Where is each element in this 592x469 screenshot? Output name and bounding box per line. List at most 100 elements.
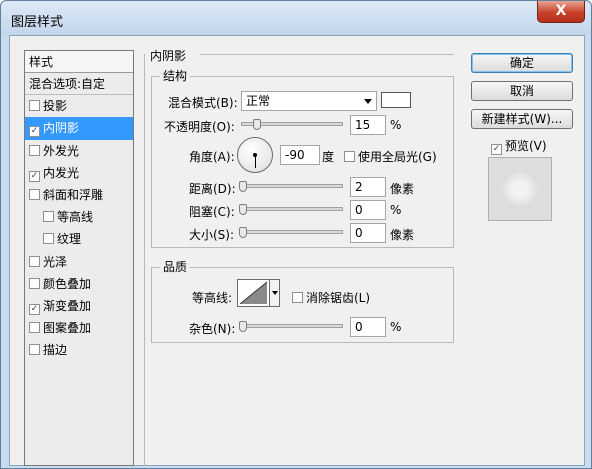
checkbox-icon[interactable]	[29, 277, 40, 289]
style-item-label: 颜色叠加	[43, 276, 92, 291]
style-item-label: 图案叠加	[43, 321, 92, 336]
style-item-label: 等高线	[57, 210, 94, 225]
new-style-button[interactable]: 新建样式(W)...	[471, 109, 573, 129]
anti-alias-label: 消除锯齿(L)	[306, 291, 371, 305]
contour-label: 等高线:	[192, 291, 233, 305]
checkbox-icon[interactable]	[29, 100, 40, 112]
checkbox-icon[interactable]: ✓	[29, 126, 40, 138]
panel-title: 内阴影	[150, 49, 187, 63]
styles-list: 样式 混合选项:自定 投影 ✓ 内阴影 外发光 ✓ 内发光 斜面和浮雕 等高线 纹理 光泽 颜色叠加…	[24, 50, 134, 466]
style-item-label: 光泽	[43, 254, 68, 269]
distance-input[interactable]: 2	[350, 177, 386, 197]
close-button[interactable]: X	[537, 1, 585, 23]
angle-dial[interactable]	[237, 137, 273, 173]
style-item-label: 纹理	[57, 232, 82, 247]
checkbox-icon[interactable]	[43, 211, 54, 223]
panel-left-rule	[144, 54, 145, 466]
angle-label: 角度(A):	[189, 150, 235, 164]
noise-input[interactable]: 0	[350, 317, 386, 337]
panel-title-rule	[200, 54, 454, 55]
style-preview-thumbnail	[488, 157, 552, 221]
styles-list-header[interactable]: 样式	[25, 51, 133, 73]
style-item[interactable]: 光泽	[25, 251, 133, 273]
noise-label: 杂色(N):	[189, 322, 236, 336]
style-item[interactable]: ✓ 内阴影	[25, 117, 133, 140]
size-input[interactable]: 0	[350, 223, 386, 243]
noise-unit: %	[390, 320, 402, 334]
style-item-label: 内阴影	[43, 121, 80, 136]
choke-slider-thumb[interactable]	[239, 204, 247, 215]
size-slider[interactable]	[241, 230, 343, 234]
ok-button[interactable]: 确定	[471, 53, 573, 73]
layer-style-dialog: 图层样式 X 样式 混合选项:自定 投影 ✓ 内阴影 外发光 ✓ 内发光 斜面和浮雕 等高线纹…	[0, 0, 592, 469]
opacity-label: 不透明度(O):	[164, 120, 235, 134]
blend-mode-value: 正常	[246, 94, 271, 108]
checkbox-icon[interactable]	[29, 144, 40, 156]
distance-label: 距离(D):	[189, 182, 236, 196]
checkbox-icon[interactable]	[29, 322, 40, 334]
distance-slider-thumb[interactable]	[239, 181, 247, 192]
opacity-input[interactable]: 15	[350, 115, 386, 135]
angle-center-dot	[253, 153, 257, 157]
size-label: 大小(S):	[189, 228, 235, 242]
global-light-check-icon	[344, 151, 355, 162]
global-light-checkbox[interactable]: 使用全局光(G)	[344, 148, 437, 165]
style-item[interactable]: 投影	[25, 95, 133, 117]
contour-dropdown-button[interactable]	[269, 279, 280, 307]
anti-alias-checkbox[interactable]: 消除锯齿(L)	[292, 289, 370, 306]
choke-input[interactable]: 0	[350, 200, 386, 220]
anti-alias-check-icon	[292, 292, 303, 303]
preview-swatch	[503, 172, 537, 206]
shadow-color-swatch[interactable]	[381, 92, 411, 108]
noise-slider[interactable]	[241, 324, 343, 328]
size-slider-thumb[interactable]	[239, 227, 247, 238]
opacity-unit: %	[390, 118, 402, 132]
blend-mode-select[interactable]: 正常	[241, 91, 377, 111]
structure-title: 结构	[160, 67, 191, 84]
style-item[interactable]: 等高线	[25, 206, 133, 228]
contour-picker[interactable]	[237, 279, 270, 307]
style-item-label: 渐变叠加	[43, 298, 92, 313]
checkbox-icon[interactable]	[29, 344, 40, 356]
noise-slider-thumb[interactable]	[239, 321, 247, 332]
style-item[interactable]: 纹理	[25, 228, 133, 250]
style-item-label: 描边	[43, 343, 68, 358]
checkbox-icon[interactable]	[29, 188, 40, 200]
opacity-slider-thumb[interactable]	[253, 119, 262, 130]
distance-slider[interactable]	[241, 184, 343, 188]
style-item[interactable]: 颜色叠加	[25, 273, 133, 295]
checkbox-icon[interactable]	[29, 255, 40, 267]
checkbox-icon[interactable]	[43, 233, 54, 245]
style-item[interactable]: ✓ 内发光	[25, 162, 133, 184]
global-light-label: 使用全局光(G)	[358, 150, 437, 164]
distance-unit: 像素	[390, 182, 415, 196]
contour-curve-icon	[239, 281, 268, 305]
preview-label: 预览(V)	[505, 139, 547, 153]
chevron-down-icon	[364, 99, 372, 104]
angle-unit: 度	[322, 150, 335, 164]
style-item[interactable]: 图案叠加	[25, 317, 133, 339]
preview-checkbox[interactable]: ✓ 预览(V)	[491, 137, 547, 155]
style-item-label: 斜面和浮雕	[43, 187, 104, 202]
window-title: 图层样式	[11, 15, 64, 30]
angle-input[interactable]: -90	[280, 145, 320, 165]
checkbox-icon[interactable]: ✓	[29, 170, 40, 182]
style-item[interactable]: ✓ 渐变叠加	[25, 295, 133, 317]
style-item-label: 外发光	[43, 143, 80, 158]
style-item[interactable]: 斜面和浮雕	[25, 184, 133, 206]
style-item[interactable]: 描边	[25, 339, 133, 361]
preview-check-icon: ✓	[491, 144, 502, 155]
dialog-client-area: 样式 混合选项:自定 投影 ✓ 内阴影 外发光 ✓ 内发光 斜面和浮雕 等高线 纹理 光泽 颜色叠加…	[9, 35, 585, 466]
style-item[interactable]: 外发光	[25, 140, 133, 162]
style-item-label: 内发光	[43, 165, 80, 180]
cancel-button[interactable]: 取消	[471, 81, 573, 101]
blending-options-item[interactable]: 混合选项:自定	[25, 73, 133, 96]
choke-label: 阻塞(C):	[189, 205, 235, 219]
style-item-label: 投影	[43, 99, 68, 114]
checkbox-icon[interactable]: ✓	[29, 303, 40, 315]
choke-slider[interactable]	[241, 207, 343, 211]
title-bar[interactable]: 图层样式 X	[1, 1, 591, 35]
blend-mode-label: 混合模式(B):	[168, 96, 238, 110]
quality-title: 品质	[160, 258, 191, 275]
size-unit: 像素	[390, 228, 415, 242]
